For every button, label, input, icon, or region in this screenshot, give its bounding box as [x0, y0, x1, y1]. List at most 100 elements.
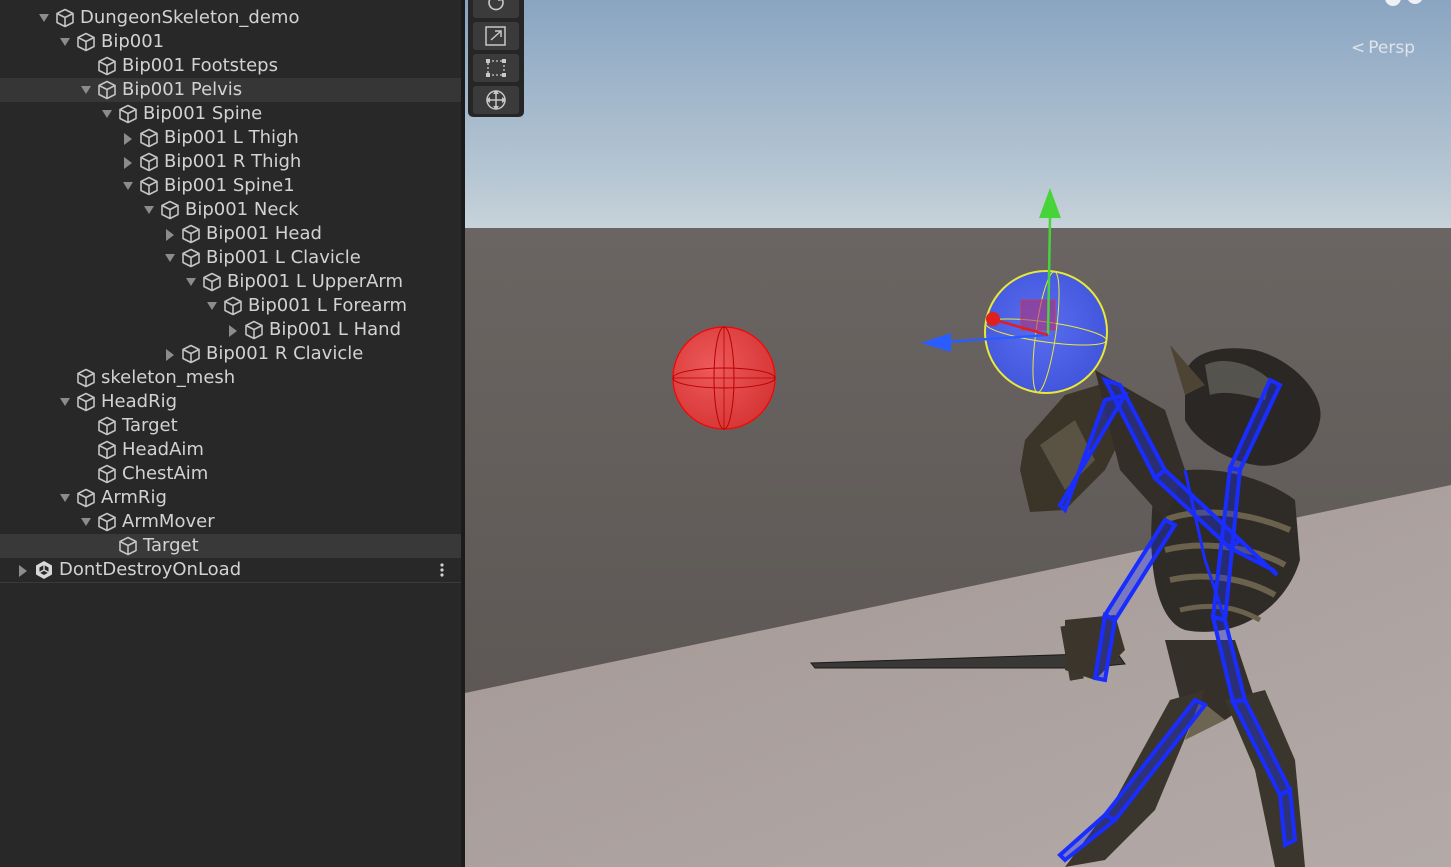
hierarchy-item-label: Bip001 Neck — [185, 199, 299, 220]
hierarchy-item-label: DungeonSkeleton_demo — [80, 7, 300, 28]
foldout-collapsed-icon[interactable] — [164, 222, 176, 246]
hierarchy-item-label: Bip001 Head — [206, 223, 322, 244]
hierarchy-item[interactable]: Bip001 Spine — [0, 102, 461, 126]
hierarchy-item-label: Bip001 R Thigh — [164, 151, 302, 172]
hierarchy-item[interactable]: Bip001 L UpperArm — [0, 270, 461, 294]
hierarchy-item[interactable]: ArmRig — [0, 486, 461, 510]
hierarchy-item[interactable]: skeleton_mesh — [0, 366, 461, 390]
scene-view[interactable]: < Persp — [465, 0, 1451, 867]
rect-tool-button[interactable] — [473, 54, 519, 82]
gameobject-icon — [76, 392, 96, 412]
hierarchy-item-label: ArmMover — [122, 511, 215, 532]
projection-toggle[interactable]: < Persp — [1351, 38, 1415, 58]
gameobject-icon — [76, 32, 96, 52]
hierarchy-item-label: DontDestroyOnLoad — [59, 559, 242, 580]
hierarchy-item[interactable]: Bip001 L Thigh — [0, 126, 461, 150]
foldout-collapsed-icon[interactable] — [164, 342, 176, 366]
hierarchy-item[interactable]: HeadRig — [0, 390, 461, 414]
gameobject-icon — [97, 440, 117, 460]
foldout-expanded-icon[interactable] — [185, 270, 197, 294]
gameobject-icon — [181, 248, 201, 268]
chevron-left-icon: < — [1351, 38, 1366, 58]
hierarchy-item[interactable]: Bip001 — [0, 30, 461, 54]
foldout-expanded-icon[interactable] — [101, 102, 113, 126]
hierarchy-panel: DungeonSkeleton_demo Bip001 Bip001 Footste… — [0, 0, 465, 867]
transform-tool-button[interactable] — [473, 86, 519, 114]
hierarchy-item-label: HeadAim — [122, 439, 204, 460]
gameobject-icon — [97, 512, 117, 532]
foldout-expanded-icon[interactable] — [80, 78, 92, 102]
hierarchy-item-label: HeadRig — [101, 391, 177, 412]
hierarchy-item-label: Bip001 L UpperArm — [227, 271, 404, 292]
hierarchy-item[interactable]: Bip001 L Forearm — [0, 294, 461, 318]
hierarchy-item-label: skeleton_mesh — [101, 367, 236, 388]
hierarchy-item-label: Target — [122, 415, 178, 436]
more-options-icon[interactable] — [439, 560, 445, 580]
hierarchy-item[interactable]: HeadAim — [0, 438, 461, 462]
foldout-expanded-icon[interactable] — [59, 390, 71, 414]
gameobject-icon — [223, 296, 243, 316]
gameobject-icon — [55, 8, 75, 28]
hierarchy-item[interactable]: Bip001 Pelvis — [0, 78, 461, 102]
hierarchy-item[interactable]: Bip001 Footsteps — [0, 54, 461, 78]
hierarchy-item[interactable]: Target — [0, 414, 461, 438]
foldout-expanded-icon[interactable] — [122, 174, 134, 198]
foldout-expanded-icon[interactable] — [143, 198, 155, 222]
hierarchy-item[interactable]: Bip001 Spine1 — [0, 174, 461, 198]
foldout-collapsed-icon[interactable] — [122, 150, 134, 174]
foldout-collapsed-icon[interactable] — [17, 558, 29, 582]
hierarchy-item-label: Bip001 Pelvis — [122, 79, 243, 100]
gameobject-icon — [118, 536, 138, 556]
gameobject-icon — [97, 80, 117, 100]
hierarchy-item[interactable]: Bip001 Neck — [0, 198, 461, 222]
gameobject-icon — [76, 368, 96, 388]
hierarchy-item[interactable]: Target — [0, 534, 461, 558]
sky — [465, 0, 1451, 240]
foldout-collapsed-icon[interactable] — [122, 126, 134, 150]
gameobject-icon — [97, 56, 117, 76]
hierarchy-item[interactable]: ChestAim — [0, 462, 461, 486]
hierarchy-item[interactable]: Bip001 L Clavicle — [0, 246, 461, 270]
hierarchy-item[interactable]: ArmMover — [0, 510, 461, 534]
foldout-expanded-icon[interactable] — [80, 510, 92, 534]
foldout-expanded-icon[interactable] — [206, 294, 218, 318]
gameobject-icon — [181, 224, 201, 244]
scene-canvas[interactable] — [465, 0, 1451, 867]
hierarchy-item[interactable]: DungeonSkeleton_demo — [0, 6, 461, 30]
hierarchy-item-label: Target — [143, 535, 199, 556]
rect-tool-icon — [486, 59, 506, 77]
gameobject-icon — [97, 416, 117, 436]
transform-tool-icon — [486, 90, 506, 110]
hierarchy-item-label: Bip001 L Thigh — [164, 127, 299, 148]
target-sphere[interactable] — [672, 326, 776, 430]
selected-target-gizmo[interactable] — [984, 270, 1108, 394]
scene-row[interactable]: DontDestroyOnLoad — [0, 558, 461, 583]
gameobject-icon — [76, 488, 96, 508]
rotate-tool-button[interactable] — [473, 0, 519, 18]
hierarchy-item[interactable]: Bip001 R Clavicle — [0, 342, 461, 366]
hierarchy-item-label: Bip001 Footsteps — [122, 55, 278, 76]
hierarchy-item-label: Bip001 — [101, 31, 165, 52]
gameobject-icon — [244, 320, 264, 340]
foldout-collapsed-icon[interactable] — [227, 318, 239, 342]
gameobject-icon — [139, 152, 159, 172]
rotate-tool-icon — [488, 0, 504, 11]
hierarchy-item-label: Bip001 L Forearm — [248, 295, 408, 316]
gameobject-icon — [118, 104, 138, 124]
hierarchy-item[interactable]: Bip001 L Hand — [0, 318, 461, 342]
gameobject-icon — [139, 128, 159, 148]
hierarchy-item-label: ChestAim — [122, 463, 209, 484]
foldout-expanded-icon[interactable] — [164, 246, 176, 270]
foldout-expanded-icon[interactable] — [59, 30, 71, 54]
unity-scene-icon — [34, 560, 54, 580]
gameobject-icon — [139, 176, 159, 196]
foldout-expanded-icon[interactable] — [59, 486, 71, 510]
hierarchy-item[interactable]: Bip001 Head — [0, 222, 461, 246]
scale-tool-icon — [485, 26, 506, 46]
orientation-gizmo[interactable] — [1375, 0, 1435, 16]
scale-tool-button[interactable] — [473, 22, 519, 50]
gameobject-icon — [160, 200, 180, 220]
hierarchy-item[interactable]: Bip001 R Thigh — [0, 150, 461, 174]
hierarchy-item-label: ArmRig — [101, 487, 167, 508]
foldout-expanded-icon[interactable] — [38, 6, 50, 30]
